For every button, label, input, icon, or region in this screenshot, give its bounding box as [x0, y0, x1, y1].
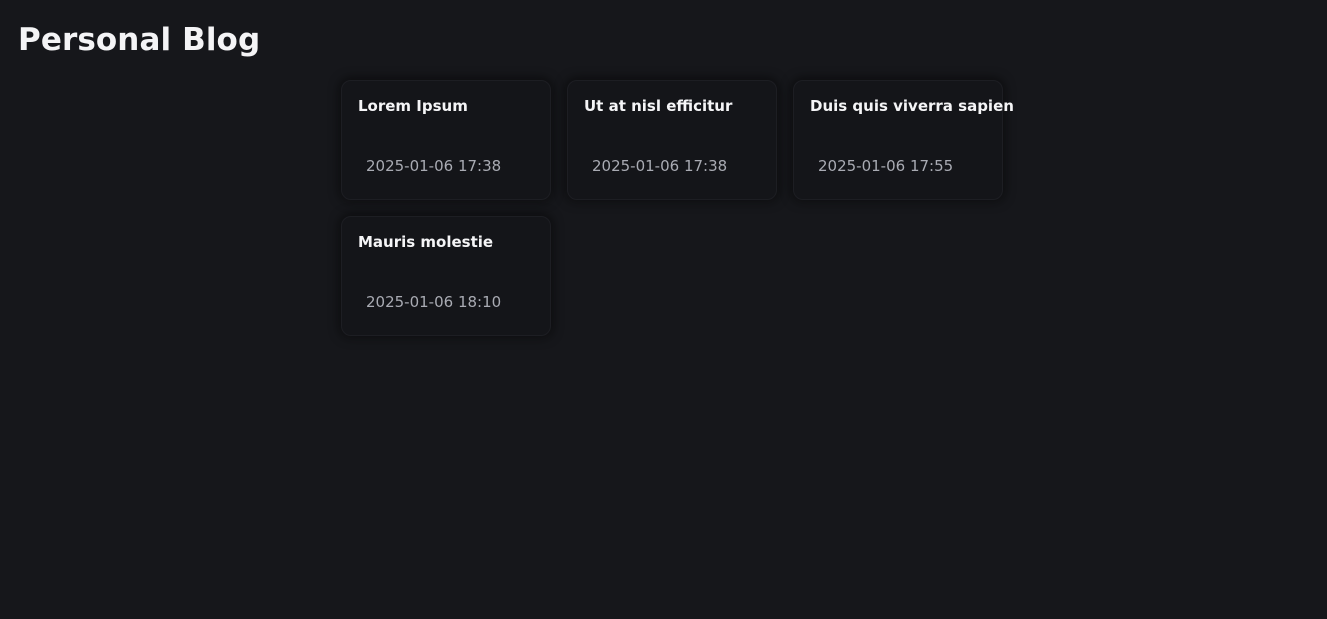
post-date: 2025-01-06 17:38	[592, 157, 728, 175]
post-date: 2025-01-06 17:38	[366, 157, 502, 175]
post-title[interactable]: Mauris molestie	[358, 232, 493, 252]
post-title[interactable]: Ut at nisl efficitur	[584, 96, 732, 116]
post-card-duis-quis-viverra-sapien[interactable]: Duis quis viverra sapien 2025-01-06 17:5…	[793, 80, 1014, 200]
post-card-mauris-molestie[interactable]: Mauris molestie 2025-01-06 18:10	[341, 216, 551, 336]
post-card-ut-at-nisl-efficitur[interactable]: Ut at nisl efficitur 2025-01-06 17:38	[567, 80, 777, 200]
page-title: Personal Blog	[18, 22, 261, 58]
post-grid: Lorem Ipsum 2025-01-06 17:38 Ut at nisl …	[341, 80, 1014, 336]
post-date: 2025-01-06 18:10	[366, 293, 502, 311]
post-title[interactable]: Duis quis viverra sapien	[810, 96, 1014, 116]
post-date: 2025-01-06 17:55	[818, 157, 954, 175]
post-title[interactable]: Lorem Ipsum	[358, 96, 468, 116]
post-card-lorem-ipsum[interactable]: Lorem Ipsum 2025-01-06 17:38	[341, 80, 551, 200]
